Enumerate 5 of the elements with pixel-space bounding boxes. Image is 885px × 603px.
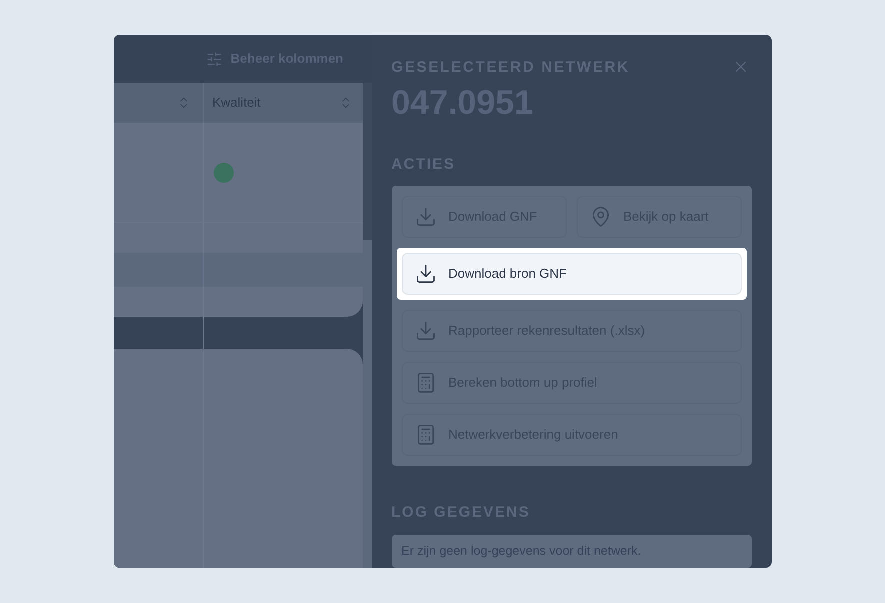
download-icon: [414, 263, 436, 285]
sliders-icon: [206, 50, 223, 68]
action-button[interactable]: Download bron GNF: [402, 253, 742, 295]
download-icon: [414, 320, 436, 342]
download-icon: [414, 206, 436, 228]
